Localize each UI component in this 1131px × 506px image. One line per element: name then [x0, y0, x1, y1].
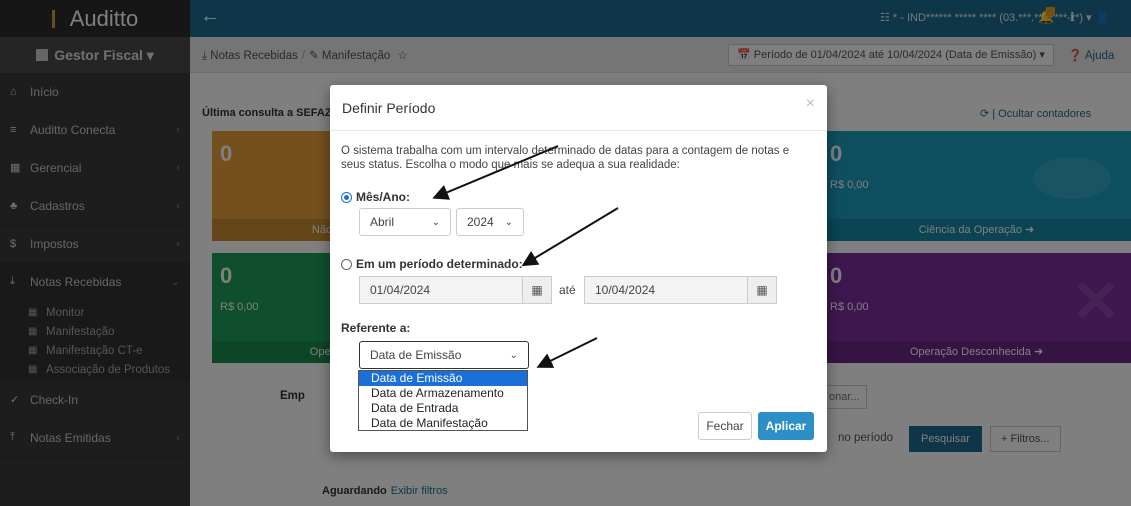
month-year-radio[interactable]: [341, 191, 352, 203]
apply-button[interactable]: Aplicar: [758, 412, 814, 440]
reference-label: Referente a:: [341, 321, 411, 335]
until-label: até: [559, 283, 576, 297]
option-data-entrada[interactable]: Data de Entrada: [359, 401, 527, 416]
year-value: 2024: [467, 215, 494, 229]
period-radio[interactable]: [341, 258, 352, 270]
calendar-icon[interactable]: ▦: [747, 276, 777, 304]
reference-select[interactable]: Data de Emissão ⌄: [359, 341, 529, 369]
modal-title: Definir Período: [342, 100, 436, 116]
date-to-input[interactable]: 10/04/2024: [584, 276, 748, 304]
month-select[interactable]: Abril ⌄: [359, 208, 451, 236]
chevron-down-icon: ⌄: [504, 216, 513, 228]
option-data-emissao[interactable]: Data de Emissão: [359, 371, 527, 386]
chevron-down-icon: ⌄: [431, 216, 440, 228]
close-icon[interactable]: ×: [806, 95, 815, 113]
chevron-down-icon: ⌄: [509, 349, 518, 361]
modal-header: Definir Período ×: [330, 85, 827, 131]
modal-description: O sistema trabalha com um intervalo dete…: [341, 145, 790, 171]
period-option[interactable]: Em um período determinado:: [341, 257, 523, 271]
option-data-armazenamento[interactable]: Data de Armazenamento: [359, 386, 527, 401]
year-select[interactable]: 2024 ⌄: [456, 208, 524, 236]
close-button[interactable]: Fechar: [698, 412, 752, 440]
define-period-modal: Definir Período × O sistema trabalha com…: [330, 85, 827, 452]
month-year-option[interactable]: Mês/Ano:: [341, 190, 410, 204]
month-year-label: Mês/Ano:: [356, 190, 410, 204]
period-label: Em um período determinado:: [356, 257, 523, 271]
calendar-icon[interactable]: ▦: [522, 276, 552, 304]
app: Auditto Gestor Fiscal ▾ ⌂Início ≡Auditto…: [0, 0, 1131, 506]
reference-dropdown: Data de Emissão Data de Armazenamento Da…: [358, 370, 528, 431]
date-from-input[interactable]: 01/04/2024: [359, 276, 523, 304]
month-value: Abril: [370, 215, 395, 229]
option-data-manifestacao[interactable]: Data de Manifestação: [359, 416, 527, 431]
reference-value: Data de Emissão: [370, 348, 462, 362]
